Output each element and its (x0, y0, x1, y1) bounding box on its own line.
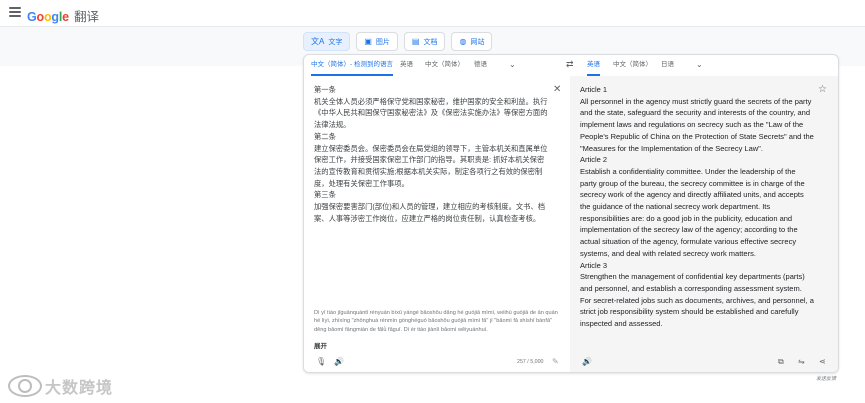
tab-document-label: 文档 (423, 38, 438, 46)
source-romanization: Dì yī tiáo jīguānquántǐ rényuán bìxū yán… (314, 310, 558, 333)
tab-image-label: 图片 (375, 38, 390, 46)
watermark-text: 大数跨境 (45, 380, 114, 397)
handwriting-pencil-icon[interactable]: ✎ (552, 357, 559, 366)
source-lang-more-chevron-down-icon[interactable]: ⌄ (509, 60, 516, 69)
product-name: 翻译 (74, 10, 99, 24)
target-lang-japanese[interactable]: 日语 (661, 55, 674, 75)
tab-website-label: 网站 (470, 38, 485, 46)
translate-icon: 文A (311, 37, 325, 46)
expand-romanization-button[interactable]: 展开 (314, 340, 327, 350)
clear-text-close-icon[interactable]: ✕ (553, 84, 561, 95)
tab-website[interactable]: ◍ 网站 (451, 32, 493, 51)
source-lang-english[interactable]: 英语 (400, 55, 413, 75)
top-bar: Google 翻译 (0, 0, 865, 27)
google-translate-logo[interactable]: Google 翻译 (27, 6, 99, 25)
translated-text: Article 1 All personnel in the agency mu… (580, 85, 814, 329)
save-translation-star-icon[interactable]: ☆ (818, 84, 827, 95)
source-pane: 第一条 机关全体人员必须严格保守党和国家秘密，维护国家的安全和利益。执行《中华人… (304, 76, 570, 372)
character-count: 257 / 5,000 (517, 359, 544, 365)
swap-languages-icon[interactable]: ⇄ (566, 59, 574, 70)
tab-text[interactable]: 文A 文字 (303, 32, 351, 51)
source-lang-german[interactable]: 德语 (474, 55, 487, 75)
target-toolbar: 🔊 ⧉ ⇋ ⋖ (570, 354, 838, 372)
watermark: 大数跨境 (8, 374, 113, 398)
tab-text-label: 文字 (328, 38, 343, 46)
target-lang-more-chevron-down-icon[interactable]: ⌄ (696, 60, 703, 69)
document-icon: ▤ (411, 37, 420, 46)
target-pane: Article 1 All personnel in the agency mu… (570, 76, 838, 372)
listen-translation-speaker-icon[interactable]: 🔊 (582, 357, 592, 366)
watermark-logo-icon (8, 375, 42, 397)
source-text-input[interactable]: 第一条 机关全体人员必须严格保守党和国家秘密，维护国家的安全和利益。执行《中华人… (314, 84, 548, 224)
target-lang-english[interactable]: 英语 (587, 55, 600, 76)
microphone-icon[interactable]: 🎙 (316, 357, 326, 366)
tab-document[interactable]: ▤ 文档 (403, 32, 446, 51)
tab-image[interactable]: ▣ 图片 (356, 32, 398, 51)
rate-translation-icon[interactable]: ⇋ (798, 357, 805, 366)
menu-icon[interactable] (9, 7, 21, 17)
source-lang-detected[interactable]: 中文（简体）- 检测到的语言 (311, 55, 393, 76)
globe-icon: ◍ (459, 37, 467, 46)
share-icon[interactable]: ⋖ (819, 357, 826, 366)
source-lang-chinese[interactable]: 中文（简体） (425, 55, 464, 75)
target-lang-chinese[interactable]: 中文（简体） (613, 55, 652, 75)
source-toolbar: 🎙 🔊 257 / 5,000 ✎ (304, 354, 570, 372)
mode-tabs: 文A 文字 ▣ 图片 ▤ 文档 ◍ 网站 (303, 32, 493, 51)
translation-panel: 中文（简体）- 检测到的语言 英语 中文（简体） 德语 ⌄ ⇄ 英语 中文（简体… (303, 54, 839, 373)
copy-icon[interactable]: ⧉ (778, 357, 784, 367)
language-bar: 中文（简体）- 检测到的语言 英语 中文（简体） 德语 ⌄ ⇄ 英语 中文（简体… (304, 55, 838, 77)
send-feedback-link[interactable]: 发送反馈 (816, 375, 836, 382)
image-icon: ▣ (364, 37, 372, 46)
listen-source-speaker-icon[interactable]: 🔊 (334, 357, 344, 366)
